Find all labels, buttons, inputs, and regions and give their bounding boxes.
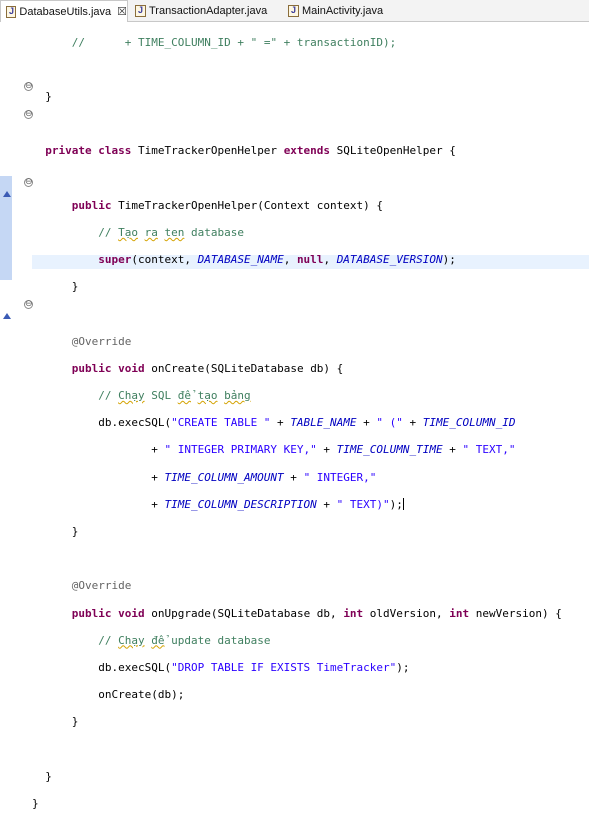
- java-file-icon: [288, 4, 299, 17]
- code-line-29: }: [32, 796, 39, 810]
- code-line-19: }: [71, 524, 79, 538]
- tab-label: DatabaseUtils.java: [19, 5, 112, 18]
- code-line-22: public void onUpgrade(SQLiteDatabase db,…: [71, 606, 562, 620]
- code-line-13: public void onCreate(SQLiteDatabase db) …: [71, 361, 344, 375]
- code-line-15: db.execSQL("CREATE TABLE " + TABLE_NAME …: [98, 416, 516, 430]
- text-cursor: [402, 497, 404, 510]
- override-indicator-icon: [3, 191, 11, 197]
- code-line-17: + TIME_COLUMN_AMOUNT + " INTEGER,": [151, 470, 377, 484]
- override-indicator-icon: [3, 313, 11, 319]
- code-line-3: }: [45, 89, 52, 103]
- tab-label: MainActivity.java: [302, 4, 384, 17]
- java-file-icon: [6, 5, 17, 18]
- code-line-28: }: [45, 769, 52, 783]
- tab-databaseutils[interactable]: DatabaseUtils.java ☒: [0, 0, 128, 22]
- editor-tab-bar: DatabaseUtils.java ☒ TransactionAdapter.…: [0, 0, 589, 22]
- code-editor[interactable]: // + TIME_COLUMN_ID + " =" + transaction…: [32, 22, 562, 824]
- code-line-24: db.execSQL("DROP TABLE IF EXISTS TimeTra…: [98, 660, 410, 674]
- code-line-14: // Chạy SQL để tạo bảng: [98, 389, 251, 403]
- java-file-icon: [135, 4, 146, 17]
- tab-mainactivity[interactable]: MainActivity.java: [283, 0, 403, 21]
- code-line-10: }: [71, 280, 79, 294]
- code-line-5: private class TimeTrackerOpenHelper exte…: [45, 144, 456, 158]
- tab-transactionadapter[interactable]: TransactionAdapter.java: [130, 0, 278, 21]
- code-line-12: @Override: [71, 334, 132, 348]
- code-line-23: // Chạy để update database: [98, 633, 271, 647]
- code-line-8: // Tạo ra ten database: [98, 225, 244, 239]
- code-line-7: public TimeTrackerOpenHelper(Context con…: [71, 198, 384, 212]
- close-tab-icon[interactable]: ☒: [117, 5, 127, 18]
- code-line-9: super(context, DATABASE_NAME, null, DATA…: [98, 253, 456, 267]
- code-line-26: }: [71, 715, 79, 729]
- code-line-1: // + TIME_COLUMN_ID + " =" + transaction…: [71, 35, 397, 49]
- code-line-16: + " INTEGER PRIMARY KEY," + TIME_COLUMN_…: [151, 443, 516, 457]
- code-line-18: + TIME_COLUMN_DESCRIPTION + " TEXT)");: [151, 497, 404, 511]
- code-line-21: @Override: [71, 579, 132, 593]
- tab-label: TransactionAdapter.java: [149, 4, 268, 17]
- code-line-25: onCreate(db);: [98, 688, 185, 702]
